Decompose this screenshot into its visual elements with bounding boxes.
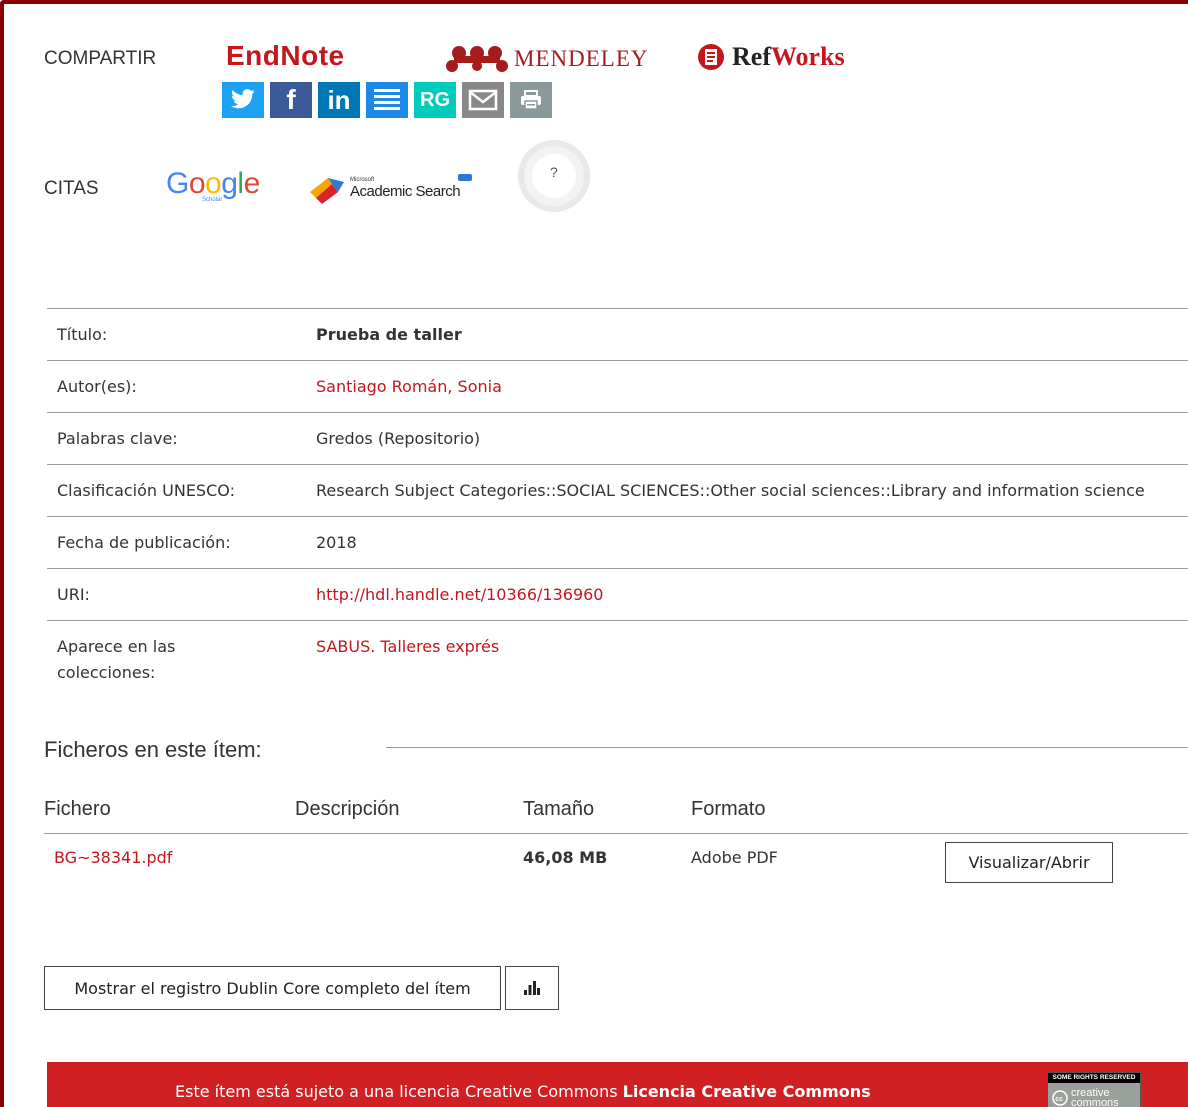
license-text: Este ítem está sujeto a una licencia Cre… <box>175 1082 871 1101</box>
facebook-icon: f <box>286 84 296 115</box>
files-header-rule <box>44 833 1188 834</box>
metadata-row: Fecha de publicación: 2018 <box>47 516 1188 569</box>
metadata-value: Research Subject Categories::SOCIAL SCIE… <box>306 464 1188 517</box>
metadata-label: Autor(es): <box>47 360 306 413</box>
email-button[interactable] <box>462 82 504 118</box>
mendeley-label: MENDELEY <box>514 46 649 71</box>
cc-badge[interactable]: SOME RIGHTS RESERVED cc creative commons <box>1047 1072 1141 1107</box>
metadata-value: Gredos (Repositorio) <box>306 412 1188 465</box>
twitter-icon <box>230 89 255 109</box>
metadata-row: URI: http://hdl.handle.net/10366/136960 <box>47 568 1188 621</box>
statistics-button[interactable] <box>505 966 559 1010</box>
bar-chart-icon <box>524 981 540 995</box>
license-bar: Este ítem está sujeto a una licencia Cre… <box>47 1062 1188 1107</box>
file-format: Adobe PDF <box>691 848 778 867</box>
list-icon <box>374 89 400 110</box>
refworks-link[interactable]: RefWorks <box>696 42 845 72</box>
linkedin-icon: in <box>327 84 351 115</box>
list-button[interactable] <box>366 82 408 118</box>
files-header-format: Formato <box>691 798 766 820</box>
google-scholar-logo: Google <box>166 167 260 200</box>
metadata-value[interactable]: Santiago Román, Sonia <box>306 360 1188 413</box>
license-link[interactable]: Licencia Creative Commons <box>623 1082 871 1101</box>
cc-badge-label: creative commons <box>1071 1087 1119 1107</box>
endnote-link[interactable]: EndNote <box>226 40 345 72</box>
files-section-title: Ficheros en este ítem: <box>44 737 262 762</box>
twitter-button[interactable] <box>222 82 264 118</box>
file-size: 46,08 MB <box>523 848 608 867</box>
mendeley-link[interactable]: MENDELEY <box>444 44 648 74</box>
citations-label: CITAS <box>44 178 99 199</box>
print-icon <box>521 90 541 110</box>
cc-badge-top: SOME RIGHTS RESERVED <box>1048 1073 1140 1083</box>
altmetric-badge[interactable]: ? <box>510 136 598 216</box>
refworks-label: RefWorks <box>732 42 845 71</box>
metadata-row: Título: Prueba de taller <box>47 308 1188 361</box>
files-header-size: Tamaño <box>523 798 595 820</box>
metadata-label: Palabras clave: <box>47 412 306 465</box>
file-name-link[interactable]: BG~38341.pdf <box>54 848 172 867</box>
researchgate-button[interactable]: RG <box>414 82 456 118</box>
academic-search-label: Academic Search <box>350 182 461 200</box>
share-label: COMPARTIR <box>44 48 157 69</box>
mendeley-icon <box>446 46 508 72</box>
metadata-value: Prueba de taller <box>306 308 1188 361</box>
metadata-label: URI: <box>47 568 306 621</box>
view-open-button[interactable]: Visualizar/Abrir <box>945 842 1113 883</box>
email-icon <box>468 89 498 111</box>
metadata-label: Fecha de publicación: <box>47 516 306 569</box>
academic-search-icon <box>310 178 344 204</box>
files-header-file: Fichero <box>44 798 111 820</box>
academic-search-link[interactable]: Microsoft Academic Search <box>308 172 472 204</box>
refworks-icon <box>698 44 724 70</box>
metadata-row: Palabras clave: Gredos (Repositorio) <box>47 412 1188 465</box>
google-scholar-link[interactable]: Google Scholar <box>166 167 260 204</box>
linkedin-button[interactable]: in <box>318 82 360 118</box>
metadata-label: Título: <box>47 308 306 361</box>
metadata-value[interactable]: SABUS. Talleres exprés <box>306 620 1188 698</box>
metadata-value[interactable]: http://hdl.handle.net/10366/136960 <box>306 568 1188 621</box>
item-metadata-table: Título: Prueba de taller Autor(es): Santiag… <box>47 308 1188 698</box>
svg-text:cc: cc <box>1055 1096 1063 1103</box>
metadata-value: 2018 <box>306 516 1188 569</box>
altmetric-score: ? <box>550 164 558 180</box>
page-frame: COMPARTIR EndNote MENDELEY RefWorks f in… <box>0 0 1188 1107</box>
metadata-row: Autor(es): Santiago Román, Sonia <box>47 360 1188 413</box>
full-record-button[interactable]: Mostrar el registro Dublin Core completo… <box>44 966 501 1010</box>
new-badge <box>458 174 472 181</box>
metadata-label: Clasificación UNESCO: <box>47 464 306 517</box>
metadata-label: Aparece en las colecciones: <box>47 620 306 698</box>
files-header-description: Descripción <box>295 798 400 820</box>
metadata-row: Clasificación UNESCO: Research Subject Ca… <box>47 464 1188 517</box>
print-button[interactable] <box>510 82 552 118</box>
cc-icon: cc <box>1052 1090 1068 1106</box>
files-title-rule <box>386 747 1188 748</box>
researchgate-icon: RG <box>420 88 450 111</box>
metadata-row: Aparece en las colecciones: SABUS. Taller… <box>47 620 1188 698</box>
facebook-button[interactable]: f <box>270 82 312 118</box>
